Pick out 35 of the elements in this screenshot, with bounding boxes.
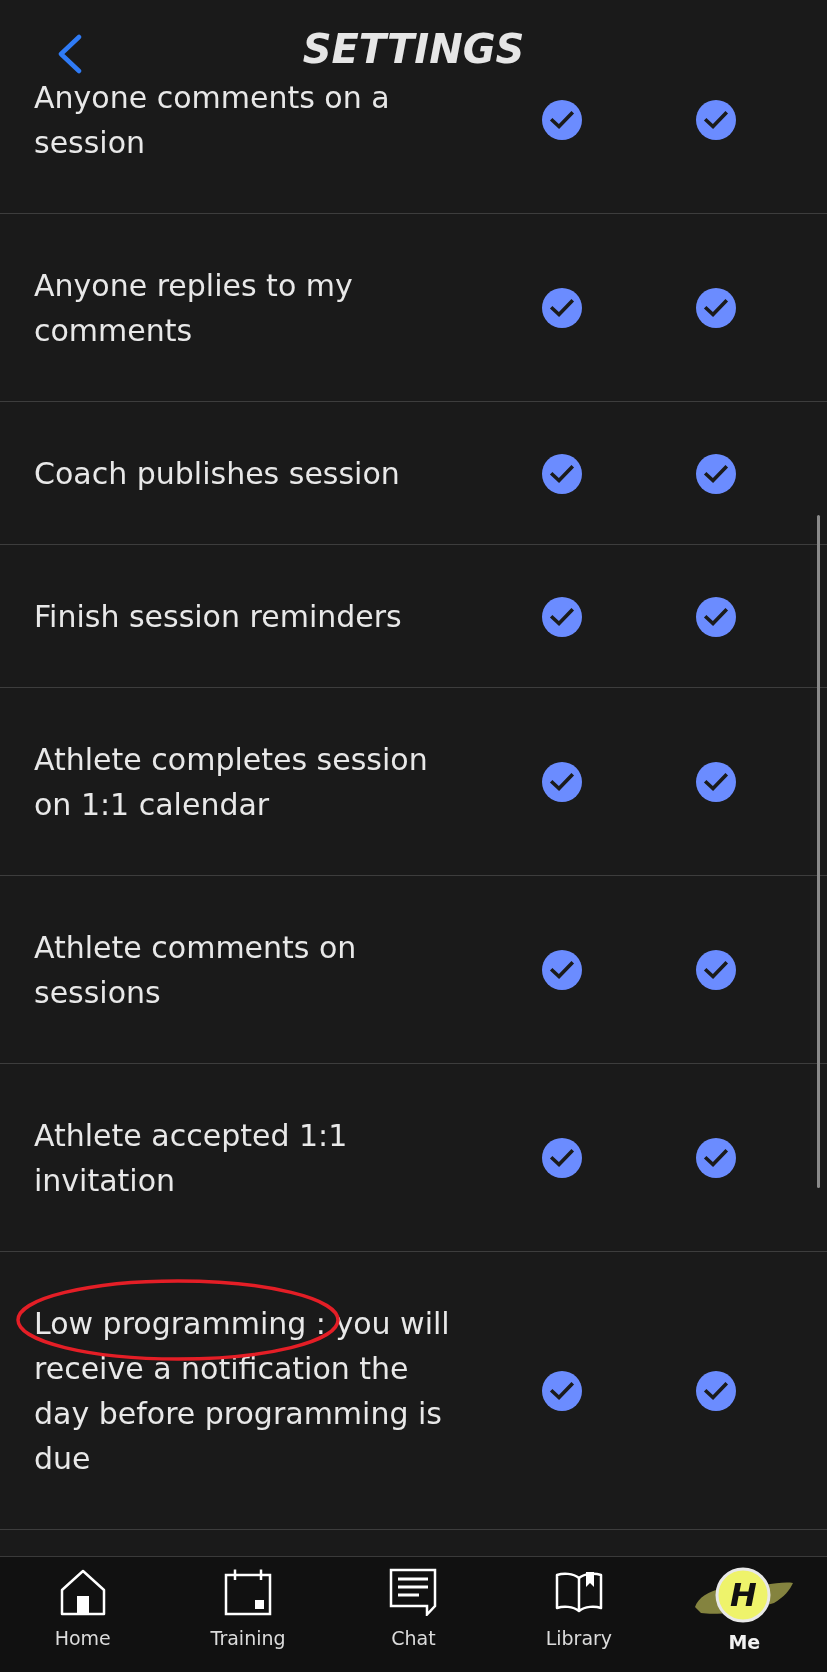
setting-label: Athlete completes session on 1:1 calendar bbox=[34, 741, 429, 824]
nav-tab[interactable]: Chat bbox=[330, 1557, 497, 1672]
checkbox[interactable] bbox=[696, 596, 736, 637]
setting-label: Coach publishes session bbox=[34, 455, 401, 493]
home-icon bbox=[58, 1568, 107, 1616]
checkbox[interactable] bbox=[696, 762, 736, 802]
checkbox[interactable] bbox=[696, 288, 736, 328]
calendar-icon bbox=[224, 1568, 273, 1616]
checkbox[interactable] bbox=[542, 762, 582, 802]
nav-tab[interactable]: Library bbox=[496, 1557, 662, 1672]
checkbox[interactable] bbox=[542, 1138, 582, 1178]
page-title: SETTINGS bbox=[302, 25, 525, 73]
chat-icon bbox=[389, 1568, 438, 1616]
checkbox[interactable] bbox=[696, 950, 736, 990]
checkbox[interactable] bbox=[696, 100, 736, 140]
nav-tab[interactable]: H Me bbox=[661, 1557, 827, 1672]
setting-label: Anyone replies to my comments bbox=[34, 267, 354, 350]
checkbox[interactable] bbox=[542, 100, 582, 140]
checkbox[interactable] bbox=[696, 1138, 736, 1178]
setting-label: Finish session reminders bbox=[34, 598, 403, 636]
checkbox[interactable] bbox=[542, 453, 582, 494]
back-icon[interactable] bbox=[57, 34, 83, 74]
checkbox[interactable] bbox=[542, 596, 582, 637]
checkbox[interactable] bbox=[542, 288, 582, 328]
avatar-logo: H bbox=[694, 1567, 795, 1623]
setting-label: Athlete accepted 1:1 invitation bbox=[34, 1117, 349, 1200]
checkbox[interactable] bbox=[542, 950, 582, 990]
nav-tab[interactable]: Home bbox=[0, 1557, 166, 1672]
setting-label: Low programming : you will receive a notification the day before programming is due bbox=[34, 1305, 451, 1478]
checkbox[interactable] bbox=[696, 453, 736, 494]
checkbox[interactable] bbox=[542, 1371, 582, 1411]
checkbox[interactable] bbox=[696, 1371, 736, 1411]
setting-label: Athlete comments on sessions bbox=[34, 929, 358, 1012]
setting-label: Anyone comments on a session bbox=[34, 79, 391, 162]
nav-tab[interactable]: Training bbox=[165, 1557, 331, 1672]
